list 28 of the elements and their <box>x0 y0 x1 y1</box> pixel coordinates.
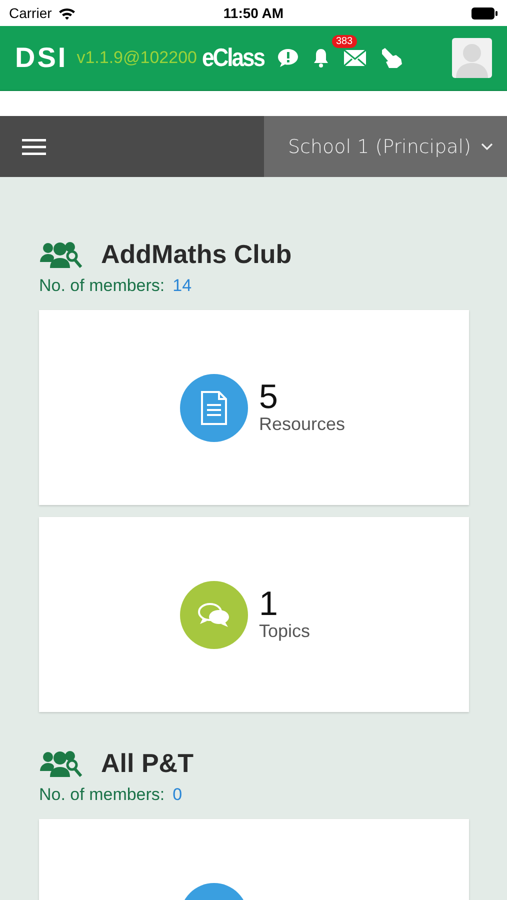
members-label: No. of members: <box>39 276 165 296</box>
version-text: v1.1.9@102200 <box>76 48 197 68</box>
members-count: 0 <box>172 785 182 805</box>
group-name: AddMaths Club <box>101 239 292 270</box>
members-count: 14 <box>172 276 192 296</box>
carrier-name: Carrier <box>9 5 52 21</box>
group-icon <box>39 240 83 270</box>
wifi-icon <box>58 6 76 20</box>
stat-label: Topics <box>259 621 310 642</box>
status-time: 11:50 AM <box>223 5 284 21</box>
chevron-down-icon <box>481 142 493 150</box>
stat-count: 1 <box>259 587 279 621</box>
mail-count-badge: 383 <box>332 35 357 48</box>
school-dropdown[interactable]: School 1 (Principal) <box>264 116 507 177</box>
stat-card[interactable]: 1 Topics <box>39 517 469 712</box>
brand-logo: eClass <box>202 43 264 73</box>
app-logo: DSI <box>15 42 68 74</box>
pointing-hand-icon[interactable] <box>380 47 404 69</box>
group-icon <box>39 748 83 778</box>
group-name: All P&T <box>101 748 194 779</box>
bell-icon[interactable] <box>312 48 330 68</box>
stat-label: Resources <box>259 414 346 435</box>
stat-count: 5 <box>259 380 279 414</box>
mail-icon[interactable] <box>342 49 367 67</box>
members-label: No. of members: <box>39 785 165 805</box>
stat-card[interactable]: 5 Resources <box>39 310 469 505</box>
chat-icon[interactable] <box>276 48 299 68</box>
battery-icon <box>471 6 498 20</box>
